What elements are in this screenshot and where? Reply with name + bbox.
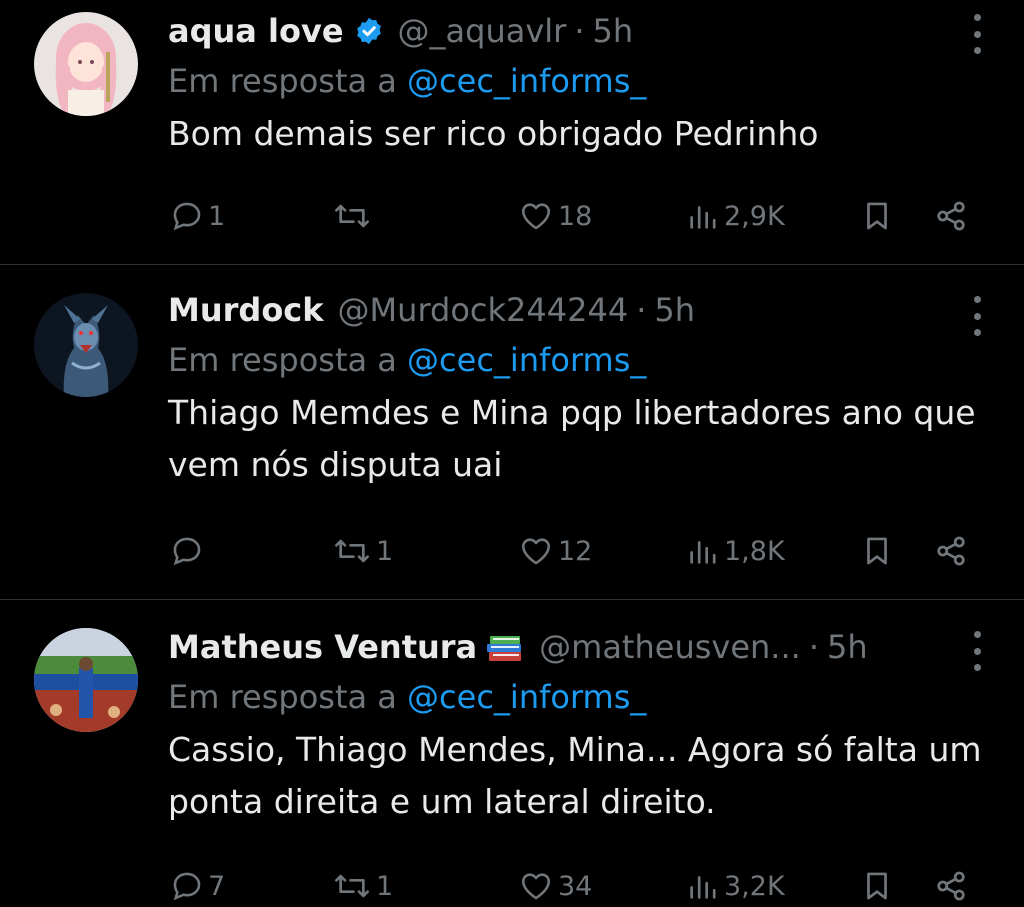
action-bar: 7 1 34 3,2K [0,866,1024,906]
reply-icon [170,869,204,903]
reply-prefix: Em resposta a [168,62,397,100]
action-bar: 1 12 1,8K [0,531,1024,571]
views-button[interactable]: 1,8K [686,531,785,571]
views-icon [686,869,720,903]
reply-mention-link[interactable]: @cec_informs_ [407,62,646,100]
separator-dot: · [636,291,647,329]
views-button[interactable]: 2,9K [686,196,785,236]
action-bar: 1 18 2,9K [0,196,1024,236]
reply-button[interactable]: 1 [170,196,225,236]
tweet-header: aqua love @_aquavlr · 5h [168,6,1024,56]
reply-button[interactable] [170,531,208,571]
tweet-murdock[interactable]: Murdock @Murdock244244 · 5h Em resposta … [0,265,1024,598]
reply-icon [170,199,204,233]
like-icon [518,534,554,568]
separator-dot: · [808,628,819,666]
retweet-icon [332,534,372,568]
view-count: 3,2K [724,870,785,902]
view-count: 2,9K [724,200,785,232]
like-count: 12 [558,535,593,567]
bookmark-button[interactable] [860,196,894,236]
reply-context: Em resposta a @cec_informs_ [168,678,1024,716]
like-count: 34 [558,870,593,902]
reply-mention-link[interactable]: @cec_informs_ [407,341,646,379]
timestamp[interactable]: 5h [654,291,695,329]
views-icon [686,199,720,233]
retweet-button[interactable]: 1 [332,866,393,906]
reply-icon [170,534,204,568]
tweet-header: Murdock @Murdock244244 · 5h [168,285,1024,335]
like-count: 18 [558,200,593,232]
share-button[interactable] [932,196,970,236]
reply-feed: aqua love @_aquavlr · 5h Em resposta a @… [0,0,1024,907]
retweet-count: 1 [376,870,394,902]
tweet-text: Cassio, Thiago Mendes, Mina... Agora só … [168,730,982,821]
reply-context: Em resposta a @cec_informs_ [168,341,1024,379]
reply-count: 1 [208,200,226,232]
display-name[interactable]: Matheus Ventura [168,628,477,666]
share-button[interactable] [932,531,970,571]
like-icon [518,199,554,233]
books-emoji-icon [485,630,525,664]
verified-badge-icon [354,16,384,46]
bookmark-button[interactable] [860,866,894,906]
separator-dot: · [574,12,585,50]
like-button[interactable]: 18 [518,196,592,236]
reply-mention-link[interactable]: @cec_informs_ [407,678,646,716]
bookmark-icon [860,533,894,569]
share-icon [932,198,970,234]
display-name[interactable]: aqua love [168,12,344,50]
display-name[interactable]: Murdock [168,291,324,329]
reply-prefix: Em resposta a [168,678,397,716]
views-icon [686,534,720,568]
bookmark-icon [860,868,894,904]
tweet-aqua-love[interactable]: aqua love @_aquavlr · 5h Em resposta a @… [0,0,1024,263]
share-icon [932,868,970,904]
like-button[interactable]: 12 [518,531,592,571]
tweet-matheus-ventura[interactable]: Matheus Ventura @matheusven... · 5h Em r… [0,600,1024,907]
share-button[interactable] [932,866,970,906]
retweet-button[interactable]: 1 [332,531,393,571]
handle[interactable]: @Murdock244244 [338,291,629,329]
like-button[interactable]: 34 [518,866,592,906]
views-button[interactable]: 3,2K [686,866,785,906]
retweet-button[interactable] [332,196,376,236]
bookmark-button[interactable] [860,531,894,571]
handle[interactable]: @_aquavlr [398,12,567,50]
reply-count: 7 [208,870,226,902]
retweet-icon [332,199,372,233]
like-icon [518,869,554,903]
timestamp[interactable]: 5h [593,12,634,50]
tweet-header: Matheus Ventura @matheusven... · 5h [168,622,1024,672]
retweet-icon [332,869,372,903]
handle[interactable]: @matheusven... [539,628,801,666]
avatar[interactable] [34,12,138,116]
view-count: 1,8K [724,535,785,567]
avatar[interactable] [34,293,138,397]
timestamp[interactable]: 5h [827,628,868,666]
reply-prefix: Em resposta a [168,341,397,379]
share-icon [932,533,970,569]
reply-context: Em resposta a @cec_informs_ [168,62,1024,100]
avatar[interactable] [34,628,138,732]
tweet-text: Bom demais ser rico obrigado Pedrinho [168,114,819,153]
retweet-count: 1 [376,535,394,567]
tweet-text: Thiago Memdes e Mina pqp libertadores an… [168,393,976,484]
bookmark-icon [860,198,894,234]
reply-button[interactable]: 7 [170,866,225,906]
